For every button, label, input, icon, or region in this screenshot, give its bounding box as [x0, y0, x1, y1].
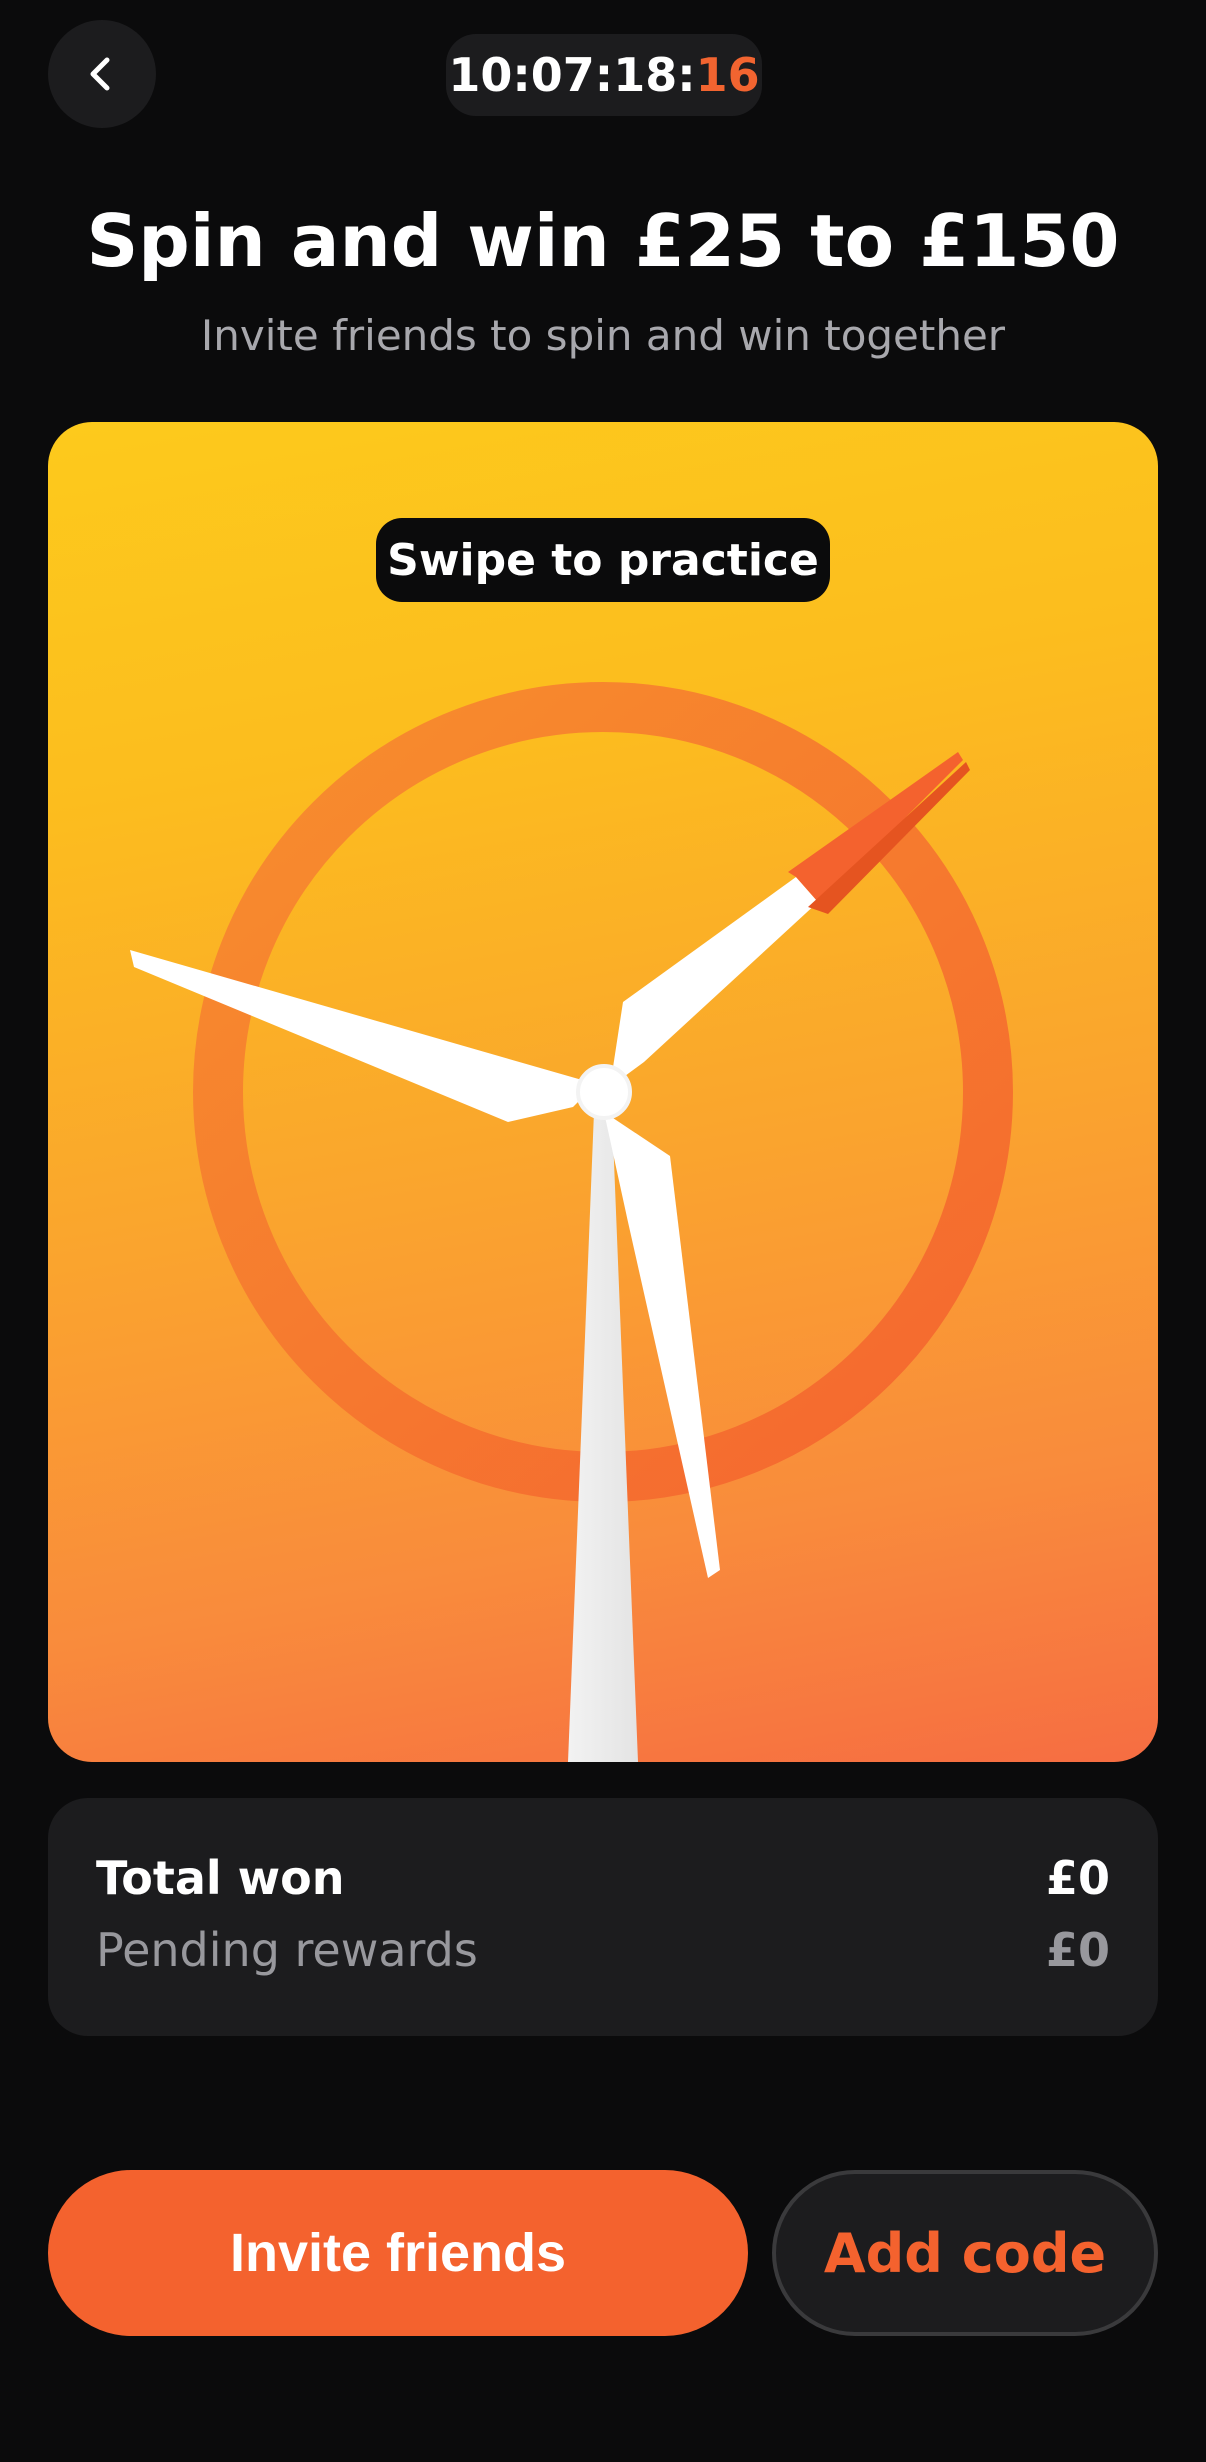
- chevron-left-icon: [90, 57, 110, 91]
- pending-rewards-label: Pending rewards: [96, 1923, 478, 1977]
- total-won-value: £0: [1045, 1851, 1110, 1905]
- total-won-label: Total won: [96, 1851, 345, 1905]
- add-code-button[interactable]: Add code: [772, 2170, 1158, 2336]
- page-subtitle: Invite friends to spin and win together: [200, 311, 1006, 360]
- pending-rewards-row: Pending rewards £0: [96, 1920, 1110, 1980]
- pending-rewards-value: £0: [1045, 1923, 1110, 1977]
- spin-and-win-screen: 10:07:18: 16 Spin and win £25 to £150 Inv…: [0, 0, 1206, 2462]
- page-title: Spin and win £25 to £150: [86, 199, 1120, 283]
- rewards-summary-card: Total won £0 Pending rewards £0: [48, 1798, 1158, 2036]
- turbine-hub: [576, 1064, 632, 1120]
- timer-seconds: 16: [695, 48, 760, 102]
- invite-friends-button[interactable]: Invite friends: [48, 2170, 748, 2336]
- swipe-to-practice-label: Swipe to practice: [376, 518, 830, 602]
- countdown-timer: 10:07:18: 16: [446, 34, 762, 116]
- timer-main: 10:07:18:: [448, 48, 696, 102]
- spin-practice-area[interactable]: Swipe to practice: [48, 422, 1158, 1762]
- wind-turbine-icon: [130, 682, 1013, 1762]
- back-button[interactable]: [48, 20, 156, 128]
- total-won-row: Total won £0: [96, 1848, 1110, 1908]
- turbine-blade-upper: [610, 877, 818, 1087]
